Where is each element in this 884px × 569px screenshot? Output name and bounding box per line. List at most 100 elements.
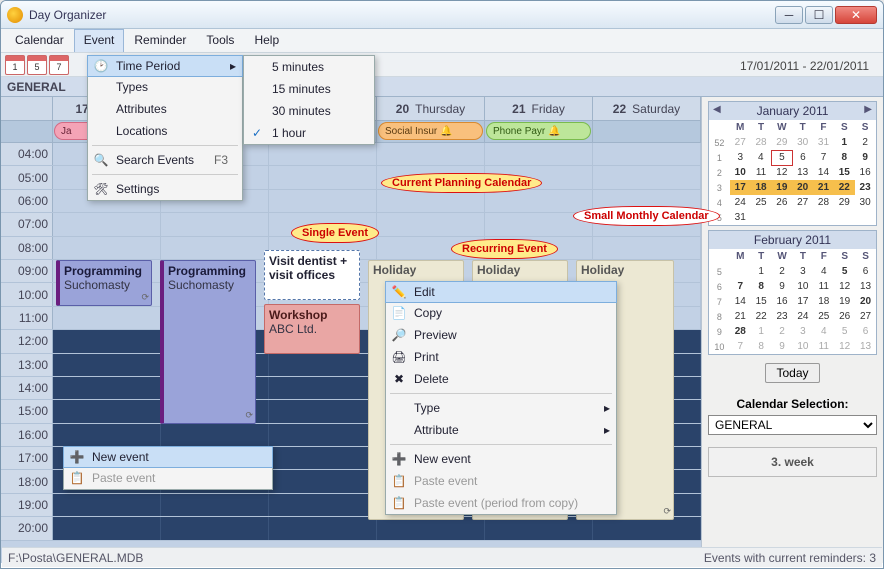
day-cell[interactable]: 1 (751, 264, 772, 279)
calendar-select[interactable]: GENERAL (708, 415, 877, 435)
week-button[interactable]: 3. week (708, 447, 877, 477)
maximize-button[interactable]: ☐ (805, 6, 833, 24)
day-cell[interactable]: 5 (771, 150, 792, 165)
day-header[interactable]: 21Friday (485, 97, 593, 120)
day-cell[interactable] (834, 210, 855, 225)
today-button[interactable]: Today (765, 363, 819, 383)
menu-item[interactable]: Attribute▸ (386, 419, 616, 441)
menu-item[interactable]: 30 minutes (244, 100, 374, 122)
menu-reminder[interactable]: Reminder (124, 29, 196, 52)
day-cell[interactable]: 5 (834, 324, 855, 339)
menu-item[interactable]: Type▸ (386, 397, 616, 419)
day-cell[interactable]: 16 (772, 294, 793, 309)
day-cell[interactable]: 20 (792, 180, 813, 195)
day-cell[interactable]: 12 (771, 165, 792, 180)
day-cell[interactable]: 1 (751, 324, 772, 339)
day-cell[interactable] (751, 210, 772, 225)
day-cell[interactable]: 26 (834, 309, 855, 324)
day-cell[interactable]: 14 (813, 165, 834, 180)
day-cell[interactable]: 18 (813, 294, 834, 309)
day-cell[interactable]: 24 (793, 309, 814, 324)
day-cell[interactable]: 7 (730, 339, 751, 354)
menu-item[interactable]: 🛠Settings (88, 178, 242, 200)
allday-event[interactable]: Social Insur🔔 (378, 122, 483, 140)
allday-cell[interactable]: Phone Payr🔔 (485, 121, 593, 142)
day-cell[interactable]: 14 (730, 294, 751, 309)
menu-help[interactable]: Help (244, 29, 289, 52)
day-cell[interactable]: 18 (751, 180, 772, 195)
day-cell[interactable]: 6 (855, 324, 876, 339)
day-cell[interactable]: 30 (855, 195, 876, 210)
prev-month-icon[interactable]: ◀ (713, 104, 721, 115)
day-cell[interactable]: 9 (772, 279, 793, 294)
menu-tools[interactable]: Tools (196, 29, 244, 52)
event-programming[interactable]: Programming Suchomasty ⟳ (56, 260, 152, 306)
menu-item[interactable]: Locations (88, 120, 242, 142)
calendar-context-menu[interactable]: ➕New event📋Paste event (63, 446, 273, 490)
event-context-menu[interactable]: ✏️Edit📄Copy🔎Preview🖨Print✖DeleteType▸Att… (385, 281, 617, 515)
day-cell[interactable]: 22 (751, 309, 772, 324)
allday-event[interactable]: Phone Payr🔔 (486, 122, 591, 140)
day-cell[interactable]: 6 (792, 150, 813, 165)
day-cell[interactable]: 17 (793, 294, 814, 309)
day-cell[interactable]: 7 (730, 279, 751, 294)
day-cell[interactable]: 16 (855, 165, 876, 180)
day-cell[interactable]: 15 (834, 165, 855, 180)
day-cell[interactable]: 9 (772, 339, 793, 354)
calendar-view-icon[interactable]: 7 (49, 55, 69, 75)
day-cell[interactable]: 13 (792, 165, 813, 180)
day-cell[interactable]: 19 (834, 294, 855, 309)
day-cell[interactable] (771, 210, 792, 225)
day-cell[interactable]: 1 (834, 135, 855, 150)
day-header[interactable]: 20Thursday (377, 97, 485, 120)
day-cell[interactable]: 2 (855, 135, 876, 150)
allday-cell[interactable]: Social Insur🔔 (377, 121, 485, 142)
menu-item[interactable]: ✖Delete (386, 368, 616, 390)
day-cell[interactable]: 6 (855, 264, 876, 279)
calendar-view-icon[interactable]: 1 (5, 55, 25, 75)
day-cell[interactable]: 31 (813, 135, 834, 150)
menu-item[interactable]: 🖨Print (386, 346, 616, 368)
day-cell[interactable]: 9 (855, 150, 876, 165)
day-cell[interactable]: 27 (855, 309, 876, 324)
menu-item[interactable]: Attributes (88, 98, 242, 120)
close-button[interactable]: ✕ (835, 6, 877, 24)
day-cell[interactable]: 28 (751, 135, 772, 150)
day-cell[interactable]: 23 (855, 180, 876, 195)
calendar-view-icon[interactable]: 5 (27, 55, 47, 75)
menu-item[interactable]: 5 minutes (244, 56, 374, 78)
day-cell[interactable]: 15 (751, 294, 772, 309)
next-month-icon[interactable]: ▶ (864, 104, 872, 115)
event-programming[interactable]: Programming Suchomasty ⟳ (160, 260, 256, 424)
day-cell[interactable] (730, 264, 751, 279)
day-cell[interactable]: 4 (813, 264, 834, 279)
day-cell[interactable] (855, 210, 876, 225)
day-cell[interactable]: 13 (855, 339, 876, 354)
menu-item[interactable]: 🕑Time Period▸ (87, 55, 243, 77)
day-cell[interactable]: 4 (813, 324, 834, 339)
menu-item[interactable]: ✏️Edit (385, 281, 617, 303)
day-cell[interactable]: 3 (793, 264, 814, 279)
day-cell[interactable]: 17 (730, 180, 751, 195)
menu-calendar[interactable]: Calendar (5, 29, 74, 52)
day-cell[interactable]: 4 (751, 150, 772, 165)
day-cell[interactable]: 29 (771, 135, 792, 150)
mini-calendar-feb[interactable]: February 2011MTWTFSS51234566789101112137… (708, 230, 877, 355)
menu-item[interactable]: 📄Copy (386, 302, 616, 324)
day-cell[interactable]: 2 (772, 324, 793, 339)
menu-item[interactable]: ➕New event (63, 446, 273, 468)
day-cell[interactable]: 31 (730, 210, 751, 225)
day-cell[interactable]: 24 (730, 195, 751, 210)
day-cell[interactable]: 12 (834, 339, 855, 354)
day-header[interactable]: 22Saturday (593, 97, 701, 120)
day-cell[interactable]: 2 (772, 264, 793, 279)
day-cell[interactable]: 29 (834, 195, 855, 210)
menu-item[interactable]: ✓1 hour (244, 122, 374, 144)
day-cell[interactable]: 7 (813, 150, 834, 165)
day-cell[interactable]: 8 (751, 279, 772, 294)
menu-item[interactable]: ➕New event (386, 448, 616, 470)
day-cell[interactable]: 23 (772, 309, 793, 324)
event-visit-dentist[interactable]: Visit dentist + visit offices (264, 250, 360, 300)
day-cell[interactable]: 25 (751, 195, 772, 210)
day-cell[interactable]: 10 (730, 165, 751, 180)
